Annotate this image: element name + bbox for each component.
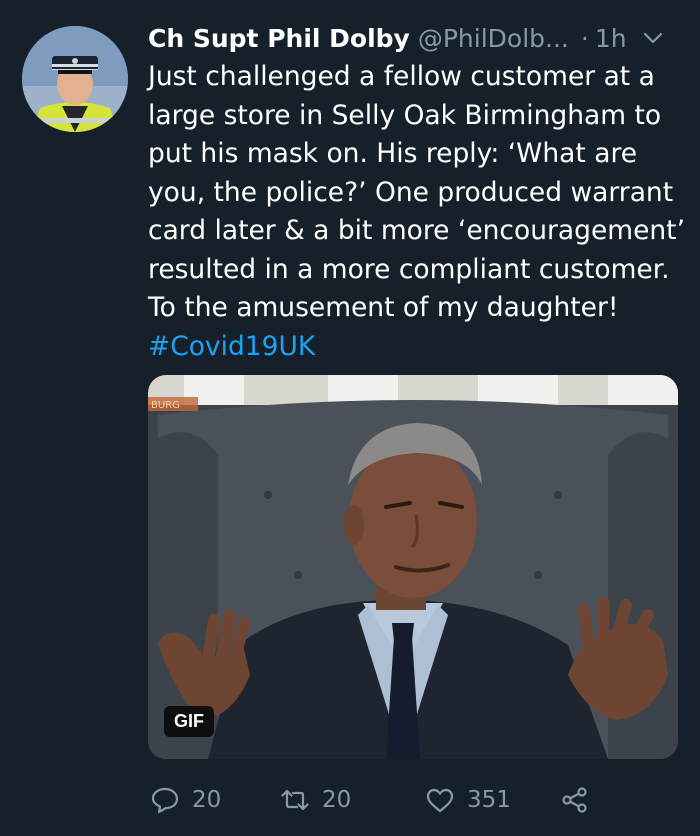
author-avatar[interactable] xyxy=(22,26,128,132)
tweet-timestamp[interactable]: 1h xyxy=(595,24,627,53)
share-button[interactable] xyxy=(560,778,602,822)
tweet-text-line: put his mask on. His reply: ‘What are xyxy=(148,138,638,169)
reply-icon xyxy=(151,787,179,814)
retweet-button[interactable]: 20 xyxy=(280,778,351,822)
gif-image: BURG xyxy=(148,375,678,759)
hashtag-link[interactable]: #Covid19UK xyxy=(148,328,683,367)
heart-icon xyxy=(426,788,454,813)
tweet-text-line: resulted in a more compliant customer. xyxy=(148,253,670,285)
watermark-text: BURG xyxy=(151,400,180,411)
tweet-text-line: you, the police?’ One produced warrant xyxy=(148,176,674,208)
tweet-gif-media[interactable]: BURG GIF xyxy=(148,375,678,759)
tweet-text-line: Just challenged a fellow customer at a xyxy=(148,61,655,92)
retweet-count: 20 xyxy=(322,787,352,813)
reply-count: 20 xyxy=(192,787,222,813)
tweet-text-line: card later & a bit more ‘encouragement’ xyxy=(148,215,686,246)
retweet-icon xyxy=(281,789,309,811)
separator-dot: · xyxy=(580,23,589,53)
tweet-text-line: To the amusement of my daughter! xyxy=(148,292,619,323)
police-officer-avatar xyxy=(22,26,128,132)
reply-button[interactable]: 20 xyxy=(150,778,221,822)
tweet-header: Ch Supt Phil Dolby @PhilDolb... · 1h xyxy=(148,18,680,58)
author-handle[interactable]: @PhilDolb... xyxy=(418,24,569,53)
tweet-actions: 20 20 351 xyxy=(150,778,670,822)
tweet-text-line: large store in Selly Oak Birmingham to xyxy=(148,99,662,131)
tweet: Ch Supt Phil Dolby @PhilDolb... · 1h Jus… xyxy=(0,0,700,836)
tweet-text: Just challenged a fellow customer at a l… xyxy=(148,58,686,367)
like-count: 351 xyxy=(467,787,511,813)
gif-badge: GIF xyxy=(164,706,214,737)
chevron-down-icon[interactable] xyxy=(641,26,665,50)
author-display-name[interactable]: Ch Supt Phil Dolby xyxy=(148,24,410,53)
like-button[interactable]: 351 xyxy=(425,778,511,822)
share-icon xyxy=(562,787,587,813)
